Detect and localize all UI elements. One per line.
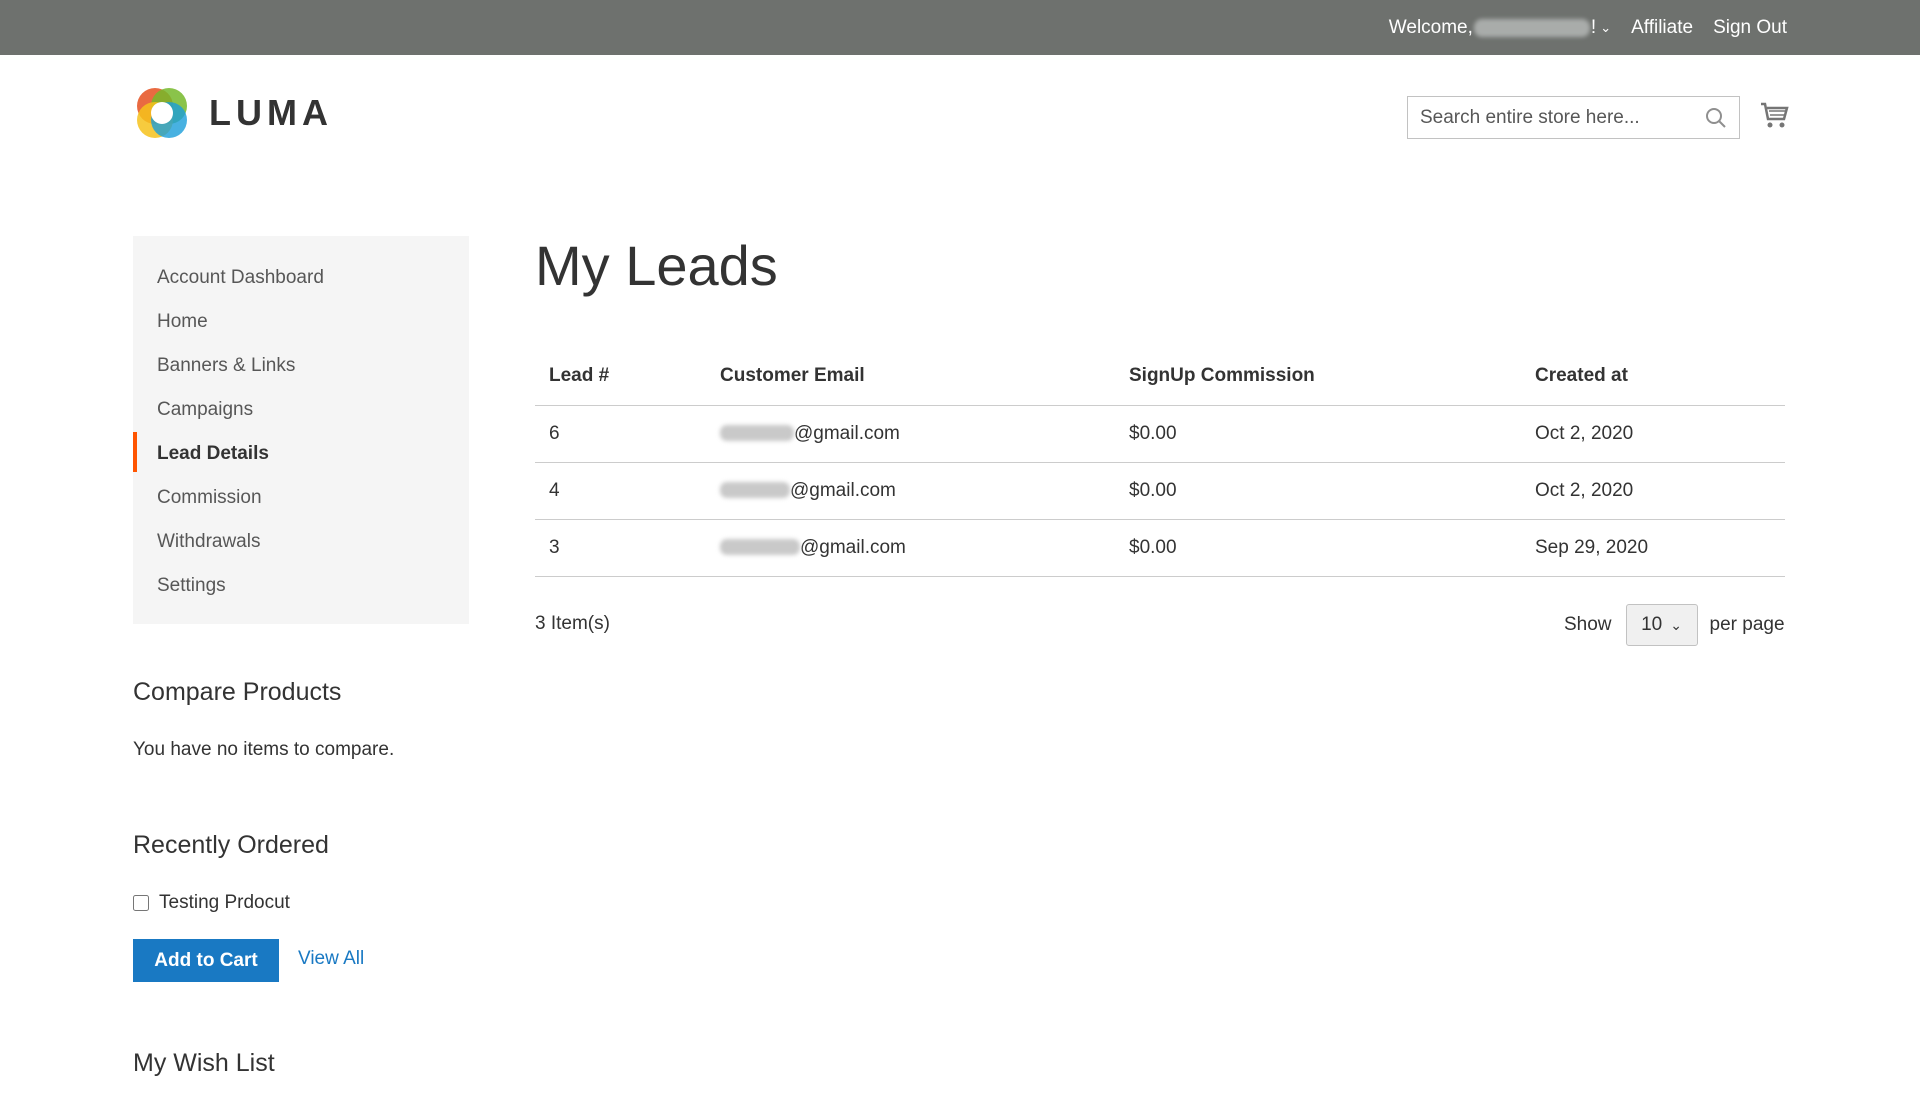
page-title: My Leads: [535, 234, 778, 297]
recent-order-item: Testing Prdocut: [133, 892, 290, 914]
email-redacted: [720, 425, 794, 442]
nav-item-commission[interactable]: Commission: [133, 476, 469, 520]
item-count: 3 Item(s): [535, 613, 610, 634]
affiliate-link[interactable]: Affiliate: [1631, 17, 1693, 39]
lead-number: 6: [535, 405, 706, 463]
limiter: Show 10 ⌄ per page: [1564, 604, 1785, 646]
nav-item-banners-links[interactable]: Banners & Links: [133, 344, 469, 388]
table-row: 4 @gmail.com $0.00 Oct 2, 2020: [535, 462, 1785, 520]
compare-products-title: Compare Products: [133, 678, 342, 706]
store-logo[interactable]: LUMA: [133, 84, 333, 142]
customer-name-redacted: [1473, 18, 1590, 37]
logo-text: LUMA: [209, 92, 333, 133]
customer-email: @gmail.com: [706, 405, 1115, 463]
email-redacted: [720, 539, 800, 556]
recently-ordered-title: Recently Ordered: [133, 831, 329, 859]
cart-icon[interactable]: [1759, 100, 1789, 135]
column-signup-commission: SignUp Commission: [1115, 347, 1521, 406]
recent-item-label: Testing Prdocut: [159, 892, 290, 913]
leads-table: Lead # Customer Email SignUp Commission …: [535, 347, 1785, 577]
nav-item-campaigns[interactable]: Campaigns: [133, 388, 469, 432]
nav-item-withdrawals[interactable]: Withdrawals: [133, 520, 469, 564]
table-row: 3 @gmail.com $0.00 Sep 29, 2020: [535, 519, 1785, 577]
account-nav: Account Dashboard Home Banners & Links C…: [133, 236, 469, 624]
welcome-suffix: !: [1590, 16, 1597, 38]
table-row: 6 @gmail.com $0.00 Oct 2, 2020: [535, 405, 1785, 463]
lead-number: 4: [535, 462, 706, 520]
email-redacted: [720, 482, 790, 499]
column-created-at: Created at: [1521, 347, 1785, 406]
recent-item-checkbox[interactable]: [133, 895, 149, 911]
lead-number: 3: [535, 519, 706, 577]
per-page-label: per page: [1709, 614, 1785, 635]
add-to-cart-button[interactable]: Add to Cart: [133, 939, 279, 982]
customer-email: @gmail.com: [706, 519, 1115, 577]
created-at: Sep 29, 2020: [1521, 519, 1785, 577]
column-lead-number: Lead #: [535, 347, 706, 406]
nav-item-home[interactable]: Home: [133, 300, 469, 344]
welcome-menu[interactable]: Welcome, ! ⌄: [1389, 17, 1611, 39]
signup-commission: $0.00: [1115, 405, 1521, 463]
signup-commission: $0.00: [1115, 462, 1521, 520]
column-customer-email: Customer Email: [706, 347, 1115, 406]
wish-list-title: My Wish List: [133, 1049, 275, 1077]
nav-item-lead-details[interactable]: Lead Details: [133, 432, 469, 476]
signup-commission: $0.00: [1115, 519, 1521, 577]
view-all-link[interactable]: View All: [298, 948, 364, 970]
created-at: Oct 2, 2020: [1521, 462, 1785, 520]
table-header-row: Lead # Customer Email SignUp Commission …: [535, 347, 1785, 406]
welcome-prefix: Welcome,: [1388, 16, 1473, 38]
sign-out-link[interactable]: Sign Out: [1713, 17, 1787, 39]
show-label: Show: [1564, 614, 1612, 635]
per-page-select[interactable]: 10 ⌄: [1625, 604, 1698, 646]
chevron-down-icon[interactable]: ⌄: [1600, 20, 1611, 36]
per-page-value: 10: [1641, 614, 1663, 635]
created-at: Oct 2, 2020: [1521, 405, 1785, 463]
luma-logo-icon: [137, 88, 187, 138]
top-bar: Welcome, ! ⌄ Affiliate Sign Out: [0, 0, 1920, 55]
nav-item-account-dashboard[interactable]: Account Dashboard: [133, 256, 469, 300]
chevron-down-icon: ⌄: [1670, 616, 1682, 633]
search-icon[interactable]: [1705, 107, 1727, 134]
search-box[interactable]: [1407, 96, 1740, 139]
nav-item-settings[interactable]: Settings: [133, 564, 469, 608]
customer-email: @gmail.com: [706, 462, 1115, 520]
compare-empty-text: You have no items to compare.: [133, 739, 395, 760]
search-input[interactable]: [1420, 106, 1700, 129]
